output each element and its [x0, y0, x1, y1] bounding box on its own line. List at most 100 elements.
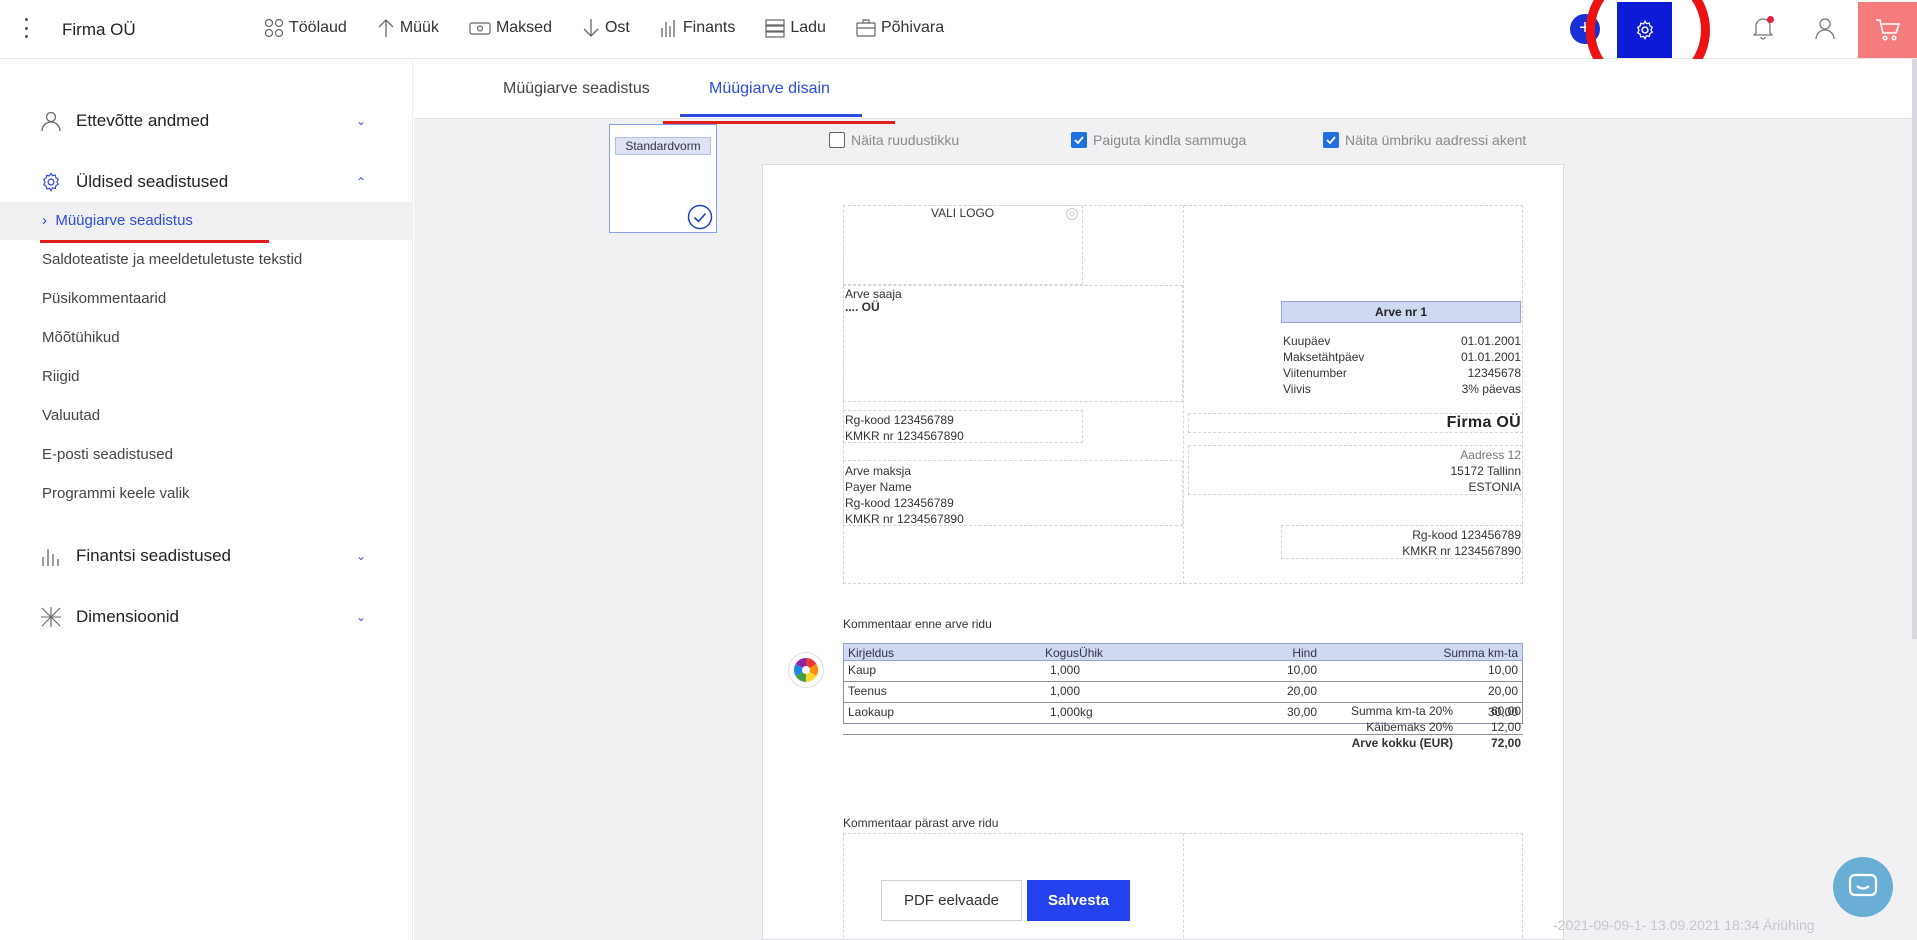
recipient-box[interactable] [843, 285, 1183, 402]
payer-reg: Rg-kood 123456789 [845, 496, 954, 510]
table-cell: 1,000 [1050, 684, 1081, 698]
color-palette-button[interactable] [789, 653, 823, 687]
detail-label: Viivis [1283, 382, 1311, 396]
version-info: -2021-09-09-1- 13.09.2021 18:34 Äriühing [1553, 917, 1815, 933]
company-name[interactable]: Firma OÜ [62, 20, 136, 40]
nav-label: Ladu [790, 19, 826, 36]
detail-value: 12345678 [1467, 366, 1521, 380]
logo-placeholder[interactable]: VALI LOGO [931, 205, 994, 221]
total-value: 60,00 [1490, 704, 1521, 718]
nav-warehouse[interactable]: Ladu [765, 18, 826, 38]
nav-sales[interactable]: Müük [377, 18, 439, 38]
option-envelope-window[interactable]: Näita ümbriku aadressi akent [1323, 132, 1526, 148]
gear-icon [1066, 208, 1078, 220]
section-label: Üldised seadistused [76, 172, 229, 191]
sidebar-item-sales-invoice-settings[interactable]: › Müügiarve seadistus [42, 212, 193, 229]
template-card[interactable]: Standardvorm [609, 124, 717, 233]
seller-address-line: 15172 Tallinn [1450, 464, 1521, 478]
nav-assets[interactable]: Põhivara [856, 18, 944, 38]
invoice-preview: VALI LOGO Arve saaja .... OÜ Rg-kood 123… [762, 164, 1564, 940]
payer-name: Payer Name [845, 480, 912, 494]
money-icon [469, 22, 491, 35]
nav-dashboard[interactable]: Töölaud [264, 18, 347, 38]
seller-reg: Rg-kood 123456789 [1412, 528, 1521, 542]
main-content: Müügiarve seadistus Müügiarve disain Sta… [414, 59, 1917, 940]
nav-finance[interactable]: Finants [660, 18, 735, 38]
chevron-down-icon[interactable]: ⌄ [356, 549, 366, 563]
nav-label: Põhivara [880, 19, 945, 36]
detail-label: Maksetähtpäev [1283, 350, 1365, 364]
tab-bar: Müügiarve seadistus Müügiarve disain [414, 59, 1917, 124]
sidebar-item-reminder-texts[interactable]: Saldoteatiste ja meeldetuletuste tekstid [42, 251, 302, 268]
chevron-down-icon[interactable]: ⌄ [356, 610, 366, 624]
check-icon [1074, 136, 1084, 145]
invoice-title[interactable]: Arve nr 1 [1281, 301, 1521, 323]
nav-purchases[interactable]: Ost [582, 18, 630, 38]
warehouse-icon [765, 19, 785, 38]
chevron-down-icon[interactable]: ⌄ [356, 114, 366, 128]
user-menu-button[interactable] [1813, 16, 1837, 45]
column-header: Hind [1292, 646, 1317, 660]
sidebar-item-fixed-comments[interactable]: Püsikommentaarid [42, 290, 166, 307]
sidebar-item-units[interactable]: Mõõtühikud [42, 329, 120, 346]
checkbox[interactable] [829, 132, 845, 148]
nav-payments[interactable]: Maksed [469, 18, 552, 38]
detail-label: Viitenumber [1283, 366, 1347, 380]
sidebar-item-label: Müügiarve seadistus [55, 212, 193, 229]
chat-button[interactable] [1833, 857, 1893, 917]
recipient-name: .... OÜ [845, 300, 880, 314]
chevron-right-icon: › [42, 212, 56, 229]
total-label: Arve kokku (EUR) [1351, 736, 1453, 750]
sidebar-item-email-settings[interactable]: E-posti seadistused [42, 446, 173, 463]
chevron-up-icon[interactable]: ⌃ [356, 175, 366, 189]
total-value: 12,00 [1490, 720, 1521, 734]
comment-after[interactable]: Kommentaar pärast arve ridu [843, 815, 998, 831]
table-cell: Laokaup [848, 705, 895, 719]
tab-invoice-settings[interactable]: Müügiarve seadistus [503, 80, 650, 98]
section-label: Ettevõtte andmed [76, 111, 210, 130]
sidebar-item-language[interactable]: Programmi keele valik [42, 485, 190, 502]
table-cell: Kaup [848, 663, 877, 677]
tab-invoice-design[interactable]: Müügiarve disain [709, 80, 830, 98]
section-general-settings[interactable]: Üldised seadistused [40, 171, 228, 193]
sidebar-item-currencies[interactable]: Valuutad [42, 407, 100, 424]
section-finance-settings[interactable]: Finantsi seadistused [40, 545, 231, 567]
option-snap-to-grid[interactable]: Paiguta kindla sammuga [1071, 132, 1246, 148]
bar-chart-icon [661, 20, 675, 37]
payer-vat: KMKR nr 1234567890 [845, 512, 964, 526]
detail-value: 3% päevas [1461, 382, 1521, 396]
section-company-data[interactable]: Ettevõtte andmed [40, 110, 209, 132]
section-label: Finantsi seadistused [76, 546, 231, 565]
table-cell: 30,00 [1286, 705, 1317, 719]
sidebar-item-countries[interactable]: Riigid [42, 368, 80, 385]
user-icon [1815, 18, 1835, 40]
checkbox[interactable] [1323, 132, 1339, 148]
option-label: Näita ruudustikku [851, 132, 960, 148]
checkbox[interactable] [1071, 132, 1087, 148]
nav-label: Ost [604, 19, 630, 36]
gear-icon [42, 172, 60, 192]
table-cell: 1,000 [1050, 663, 1081, 677]
seller-vat: KMKR nr 1234567890 [1402, 544, 1521, 558]
nav-label: Müük [399, 19, 439, 36]
table-cell: Teenus [848, 684, 887, 698]
total-label: Käibemaks 20% [1366, 720, 1453, 734]
save-button[interactable]: Salvesta [1027, 880, 1130, 921]
active-tab-indicator [680, 114, 862, 117]
cart-button[interactable] [1858, 2, 1917, 58]
dashboard-icon [264, 18, 284, 38]
detail-label: Kuupäev [1283, 334, 1331, 348]
divider [1183, 205, 1184, 584]
option-show-grid[interactable]: Näita ruudustikku [829, 132, 959, 148]
check-icon [1326, 136, 1336, 145]
table-cell: 20,00 [1286, 684, 1317, 698]
table-row: Teenus 1,000 20,00 20,00 [843, 682, 1523, 703]
pdf-preview-button[interactable]: PDF eelvaade [881, 880, 1022, 921]
section-dimensions[interactable]: Dimensioonid [40, 606, 179, 628]
scrollbar[interactable] [1912, 59, 1917, 639]
comment-before[interactable]: Kommentaar enne arve ridu [843, 616, 992, 632]
column-header: KogusÜhik [1045, 646, 1104, 660]
top-bar: Firma OÜ Töölaud Müük Maksed Ost Finants… [0, 0, 1917, 92]
kebab-menu-icon[interactable] [22, 18, 30, 38]
briefcase-icon [856, 19, 876, 37]
